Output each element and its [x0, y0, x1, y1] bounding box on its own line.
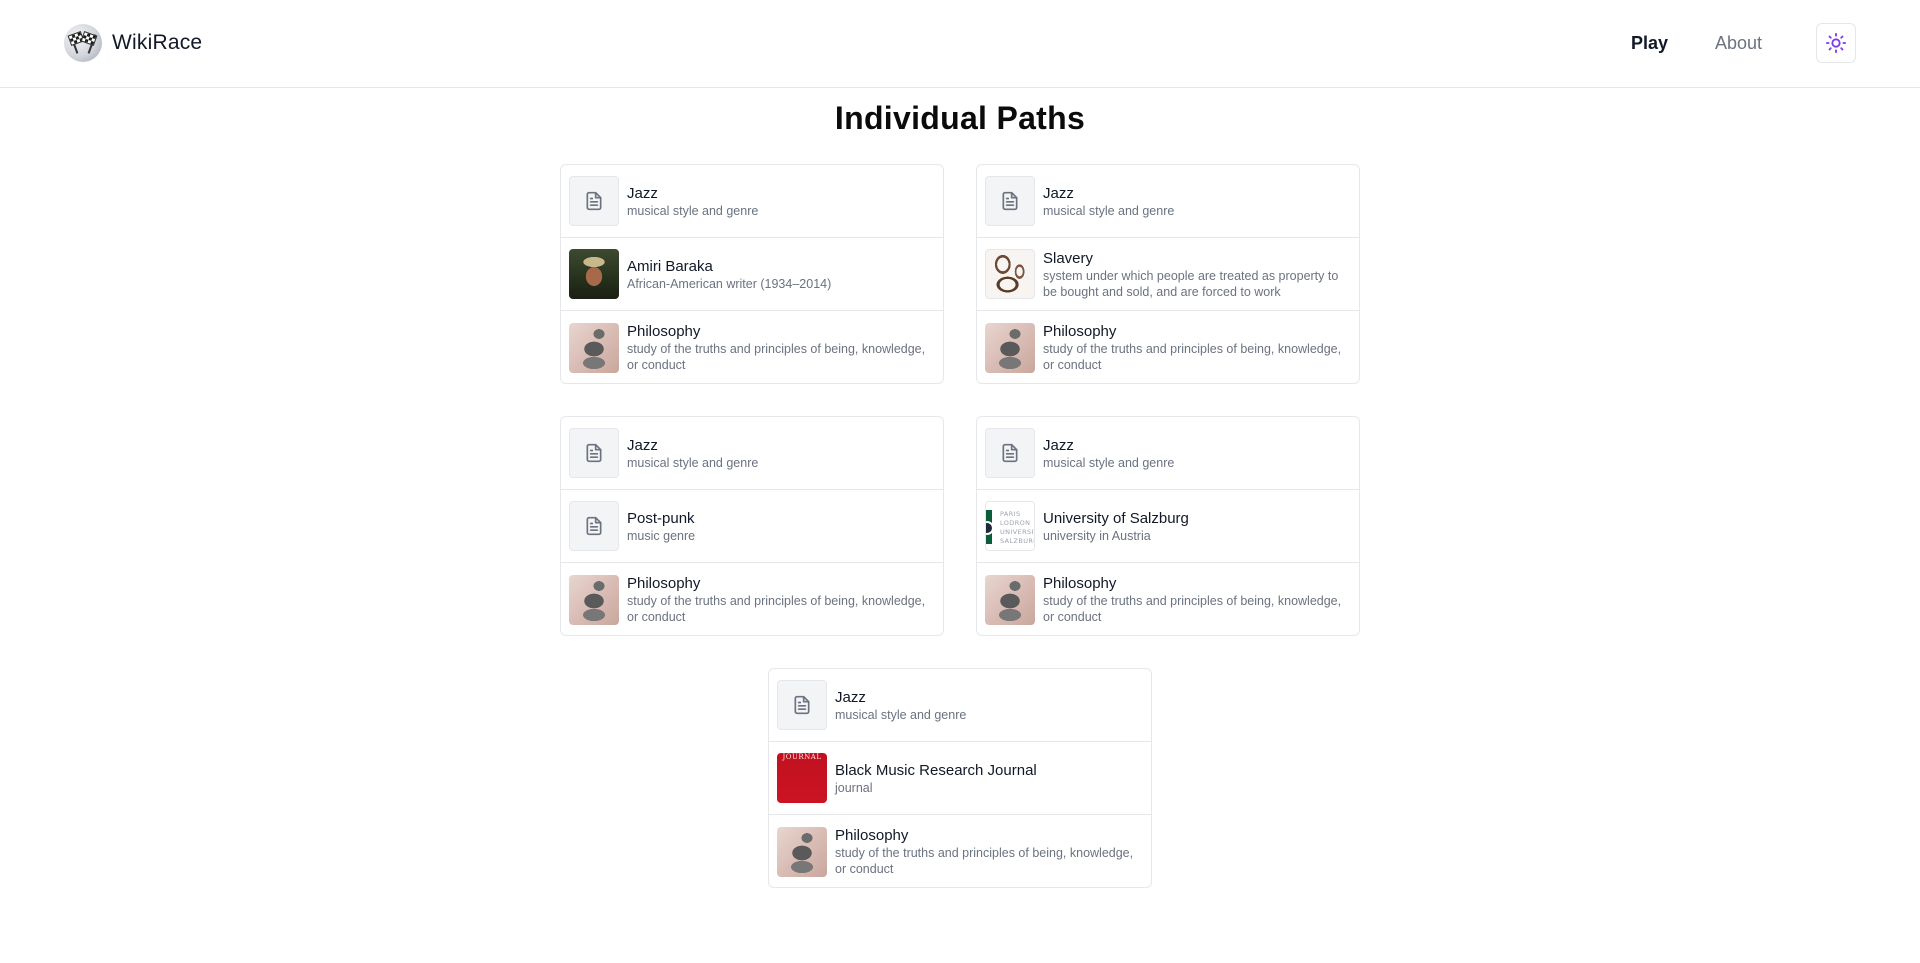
path-step[interactable]: Post-punk music genre [561, 490, 943, 563]
path-step[interactable]: Slavery system under which people are tr… [977, 238, 1359, 311]
step-title: Philosophy [627, 323, 701, 340]
step-title: Jazz [835, 688, 866, 706]
step-title: Jazz [1043, 436, 1074, 454]
document-icon [985, 176, 1035, 226]
document-icon [985, 428, 1035, 478]
step-title: Philosophy [1043, 323, 1117, 340]
path-card: Jazz musical style and genre JOURNAL Bla… [768, 668, 1152, 888]
sun-icon [1825, 32, 1847, 54]
path-step[interactable]: Jazz musical style and genre [561, 417, 943, 490]
theme-toggle-button[interactable] [1816, 23, 1856, 63]
university-logo-text: PARIS LODRON UNIVERSITÄT SALZBURG [1000, 510, 1035, 545]
path-step[interactable]: Philosophy study of the truths and princ… [977, 563, 1359, 635]
journal-cover-thumbnail: JOURNAL [777, 753, 827, 803]
step-title: Black Music Research Journal [835, 761, 1037, 779]
step-title: Jazz [627, 184, 658, 202]
path-step[interactable]: Jazz musical style and genre [977, 165, 1359, 238]
statue-thumbnail [985, 322, 1035, 373]
path-step[interactable]: Philosophy study of the truths and princ… [561, 563, 943, 635]
path-step[interactable]: Jazz musical style and genre [769, 669, 1151, 742]
step-description: system under which people are treated as… [1043, 268, 1339, 299]
step-title: Slavery [1043, 249, 1094, 267]
path-step[interactable]: PARIS LODRON UNIVERSITÄT SALZBURG Univer… [977, 490, 1359, 563]
step-description: study of the truths and principles of be… [1043, 342, 1342, 372]
step-description: study of the truths and principles of be… [835, 846, 1134, 876]
step-description: musical style and genre [835, 707, 967, 722]
nav-play-link[interactable]: Play [1631, 22, 1668, 64]
step-title: University of Salzburg [1043, 509, 1189, 527]
chains-thumbnail [985, 249, 1035, 299]
statue-thumbnail [985, 574, 1035, 625]
step-description: musical style and genre [627, 455, 759, 470]
path-step[interactable]: Amiri Baraka African-American writer (19… [561, 238, 943, 311]
path-card: Jazz musical style and genre Amiri Barak… [560, 164, 944, 384]
path-step[interactable]: Jazz musical style and genre [561, 165, 943, 238]
path-step[interactable]: Philosophy study of the truths and princ… [561, 311, 943, 383]
document-icon [777, 680, 827, 730]
step-description: study of the truths and principles of be… [627, 342, 926, 372]
wikirace-logo-icon [64, 24, 102, 62]
step-description: African-American writer (1934–2014) [627, 276, 832, 291]
step-title: Philosophy [835, 827, 909, 844]
document-icon [569, 501, 619, 551]
step-description: study of the truths and principles of be… [1043, 594, 1342, 624]
path-step[interactable]: Jazz musical style and genre [977, 417, 1359, 490]
step-title: Amiri Baraka [627, 257, 713, 275]
step-description: study of the truths and principles of be… [627, 594, 926, 624]
portrait-thumbnail [569, 249, 619, 299]
step-description: musical style and genre [627, 203, 759, 218]
step-description: musical style and genre [1043, 203, 1175, 218]
journal-cover-text: JOURNAL [782, 753, 822, 761]
statue-thumbnail [777, 826, 827, 877]
path-card: Jazz musical style and genre Slavery sys… [976, 164, 1360, 384]
page-title: Individual Paths [834, 100, 1086, 136]
document-icon [569, 176, 619, 226]
step-description: journal [835, 780, 873, 795]
brand-name: WikiRace [112, 31, 203, 54]
step-title: Philosophy [1043, 575, 1117, 592]
brand-home-link[interactable]: WikiRace [64, 22, 202, 64]
document-icon [569, 428, 619, 478]
step-description: musical style and genre [1043, 455, 1175, 470]
university-logo-thumbnail: PARIS LODRON UNIVERSITÄT SALZBURG [985, 501, 1035, 551]
statue-thumbnail [569, 322, 619, 373]
path-card: Jazz musical style and genre Post-punk m… [560, 416, 944, 636]
top-nav-bar: WikiRace Play About [0, 0, 1920, 88]
step-title: Philosophy [627, 575, 701, 592]
step-description: university in Austria [1043, 528, 1151, 543]
statue-thumbnail [569, 574, 619, 625]
step-description: music genre [627, 528, 696, 543]
step-title: Jazz [627, 436, 658, 454]
nav-about-link[interactable]: About [1715, 22, 1762, 64]
path-step[interactable]: Philosophy study of the truths and princ… [977, 311, 1359, 383]
path-card: Jazz musical style and genre PARIS LODRO… [976, 416, 1360, 636]
step-title: Post-punk [627, 509, 695, 527]
step-title: Jazz [1043, 184, 1074, 202]
path-step[interactable]: Philosophy study of the truths and princ… [769, 815, 1151, 887]
path-step[interactable]: JOURNAL Black Music Research Journal jou… [769, 742, 1151, 815]
